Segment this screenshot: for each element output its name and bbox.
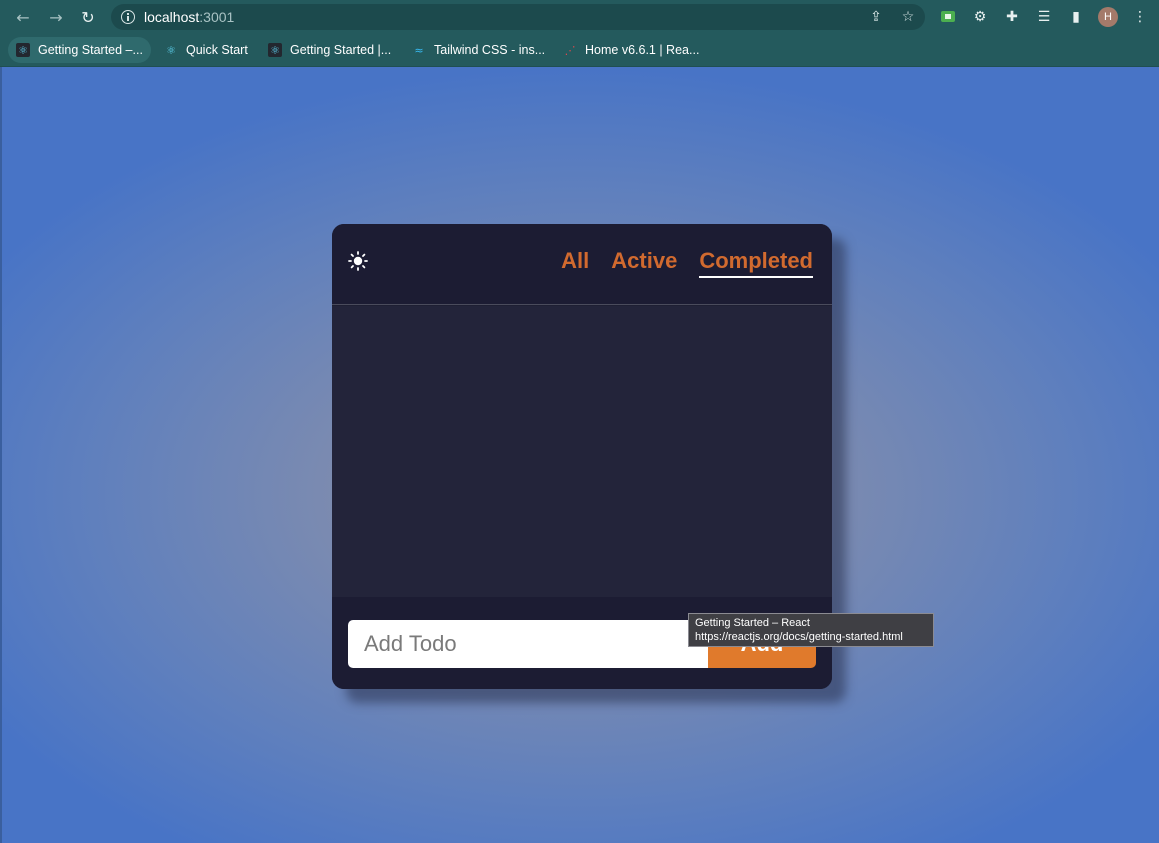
bookmark-item[interactable]: ⋰ Home v6.6.1 | Rea... xyxy=(555,37,707,63)
bookmark-label: Home v6.6.1 | Rea... xyxy=(585,43,700,57)
address-bar[interactable]: localhost:3001 ⇪ ☆ xyxy=(111,4,925,30)
react-router-icon: ⋰ xyxy=(564,43,576,57)
bookmarks-bar: ⚛ Getting Started –... ⚛ Quick Start ⚛ G… xyxy=(0,34,1159,67)
tooltip-title: Getting Started – React xyxy=(695,617,810,629)
tab-all[interactable]: All xyxy=(561,248,589,278)
extension-green-icon[interactable] xyxy=(941,11,955,22)
tailwind-icon: ≈ xyxy=(414,43,424,57)
page-viewport: All Active Completed Add xyxy=(0,67,1159,843)
side-panel-icon[interactable]: ▮ xyxy=(1067,8,1085,26)
tab-completed[interactable]: Completed xyxy=(699,248,813,278)
sun-theme-toggle-icon[interactable] xyxy=(348,251,368,271)
react-icon: ⚛ xyxy=(268,43,282,57)
bookmark-item[interactable]: ⚛ Quick Start xyxy=(156,37,256,63)
filter-tabs: All Active Completed xyxy=(561,248,813,278)
todo-header: All Active Completed xyxy=(332,224,832,305)
reload-icon[interactable]: ↻ xyxy=(77,6,99,28)
share-icon[interactable]: ⇪ xyxy=(868,9,884,25)
tooltip-url: https://reactjs.org/docs/getting-started… xyxy=(695,631,903,643)
todo-list xyxy=(332,306,832,597)
bookmark-label: Quick Start xyxy=(186,43,248,57)
add-todo-input[interactable] xyxy=(348,620,708,668)
info-icon[interactable] xyxy=(121,10,135,24)
bookmark-label: Getting Started |... xyxy=(290,43,392,57)
url-host: localhost xyxy=(144,9,200,25)
media-queue-icon[interactable]: ☰ xyxy=(1035,8,1053,26)
react-icon: ⚛ xyxy=(16,43,30,57)
window-edge xyxy=(0,67,2,843)
forward-icon[interactable]: → xyxy=(45,6,67,28)
react-icon: ⚛ xyxy=(166,43,176,57)
gear-extension-icon[interactable]: ⚙ xyxy=(971,8,989,26)
url-port: :3001 xyxy=(199,9,235,25)
browser-toolbar: ← → ↻ localhost:3001 ⇪ ☆ ⚙ ✚ ☰ ▮ H ⋮ xyxy=(0,0,1159,34)
bookmark-star-icon[interactable]: ☆ xyxy=(900,9,916,25)
profile-avatar[interactable]: H xyxy=(1098,7,1118,27)
url-text: localhost:3001 xyxy=(144,9,234,25)
more-menu-icon[interactable]: ⋮ xyxy=(1131,8,1149,26)
puzzle-extensions-icon[interactable]: ✚ xyxy=(1003,8,1021,26)
bookmark-label: Getting Started –... xyxy=(38,43,143,57)
bookmark-item[interactable]: ≈ Tailwind CSS - ins... xyxy=(404,37,553,63)
bookmark-label: Tailwind CSS - ins... xyxy=(434,43,546,57)
bookmark-item[interactable]: ⚛ Getting Started |... xyxy=(260,37,399,63)
back-icon[interactable]: ← xyxy=(12,6,34,28)
bookmark-tooltip: Getting Started – React https://reactjs.… xyxy=(688,613,934,647)
bookmark-item[interactable]: ⚛ Getting Started –... xyxy=(8,37,151,63)
tab-active[interactable]: Active xyxy=(611,248,677,278)
